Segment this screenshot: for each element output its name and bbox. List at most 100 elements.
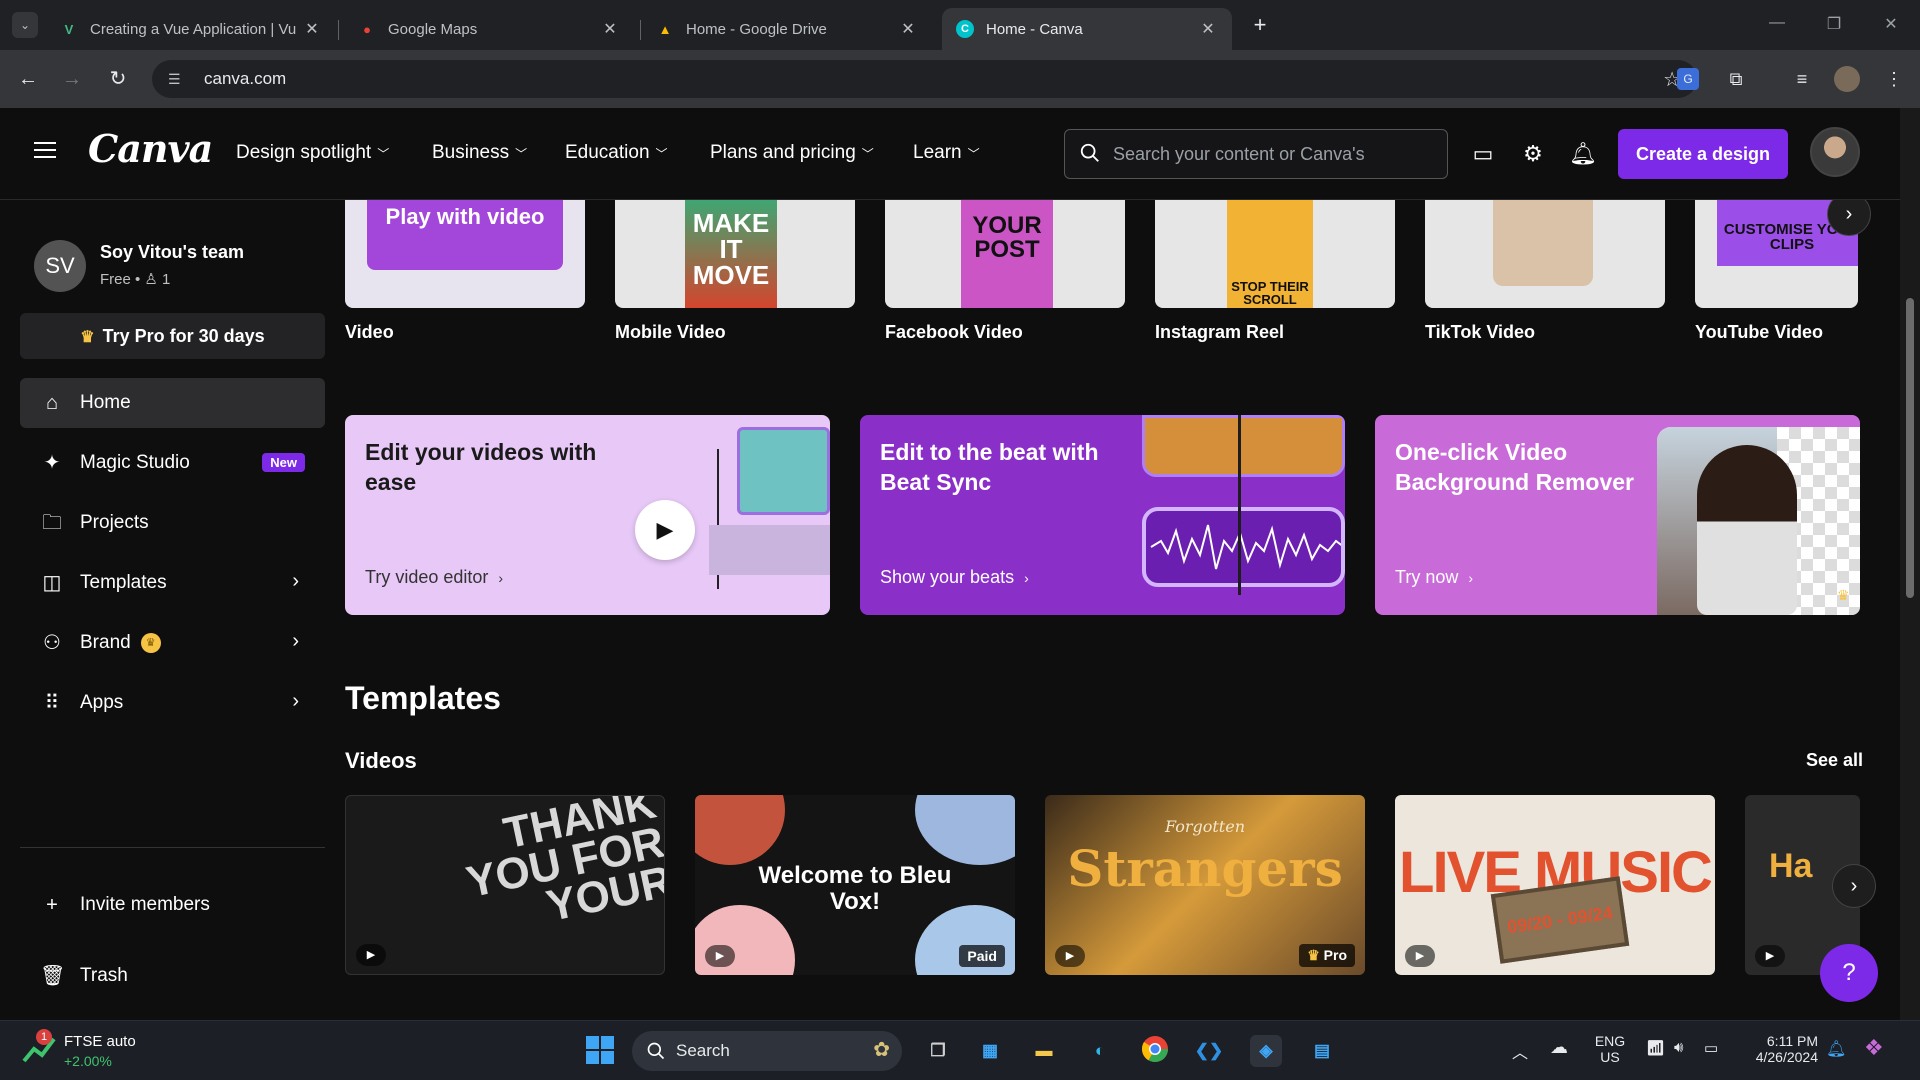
taskbar-search[interactable]: Search ✿ (632, 1031, 902, 1071)
media-control-icon[interactable]: ≡ (1788, 65, 1816, 93)
tab-google-drive[interactable]: ▲ Home - Google Drive ✕ (642, 8, 932, 50)
onedrive-cloud-icon[interactable]: ☁ (1550, 1037, 1568, 1058)
show-your-beats-link[interactable]: Show your beats › (880, 567, 1029, 588)
wifi-icon[interactable]: 📶︎ (1646, 1039, 1665, 1057)
video-type-label[interactable]: Instagram Reel (1155, 322, 1284, 343)
videos-subheading: Videos (345, 748, 417, 773)
try-now-link[interactable]: Try now › (1395, 567, 1473, 588)
try-video-editor-link[interactable]: Try video editor › (365, 567, 503, 588)
sidebar-item-home[interactable]: ⌂ Home (20, 378, 325, 428)
tab-vue[interactable]: V Creating a Vue Application | Vu ✕ (46, 8, 336, 50)
nav-education[interactable]: Education ﹀ (565, 142, 668, 164)
close-tab-icon[interactable]: ✕ (898, 19, 918, 39)
vscode-icon[interactable]: ❮❯ (1193, 1035, 1225, 1067)
restore-icon[interactable]: ❐ (1822, 14, 1846, 34)
chevron-right-icon[interactable]: › (292, 570, 299, 593)
copilot-icon[interactable]: ❖ (1864, 1035, 1884, 1061)
file-explorer-icon[interactable]: ▬ (1028, 1035, 1060, 1067)
close-window-icon[interactable]: ✕ (1879, 14, 1903, 34)
show-hidden-icons-chevron-icon[interactable]: ︿ (1512, 1039, 1528, 1063)
active-app-icon[interactable]: ◈ (1250, 1035, 1282, 1067)
close-tab-icon[interactable]: ✕ (1198, 19, 1218, 39)
sidebar-item-projects[interactable]: 🗀︎ Projects (20, 498, 325, 548)
profile-avatar[interactable] (1834, 66, 1860, 92)
address-url[interactable]: canva.com (204, 69, 286, 89)
site-info-icon[interactable]: ☰ (168, 71, 186, 88)
sidebar-item-brand[interactable]: ⚇ Brand ♛ › (20, 618, 325, 668)
template-thumbnail[interactable]: Welcome to Bleu Vox! ▶ Paid (695, 795, 1015, 975)
extensions-icon[interactable]: ⧉ (1722, 65, 1750, 93)
nav-learn[interactable]: Learn ﹀ (913, 142, 980, 164)
chevron-right-icon[interactable]: › (292, 690, 299, 713)
create-design-button[interactable]: Create a design (1618, 129, 1788, 179)
language-indicator[interactable]: ENG US (1592, 1033, 1628, 1065)
clock[interactable]: 6:11 PM 4/26/2024 (1734, 1033, 1818, 1065)
video-type-label[interactable]: YouTube Video (1695, 322, 1823, 343)
video-type-thumb-tiktok-video[interactable] (1425, 200, 1665, 308)
page-scrollbar[interactable] (1900, 108, 1920, 1020)
chevron-right-icon[interactable]: › (292, 630, 299, 653)
notifications-bell-icon[interactable]: 🔔︎ (1826, 1039, 1846, 1059)
forward-icon[interactable]: → (58, 66, 86, 94)
video-type-label[interactable]: Facebook Video (885, 322, 1023, 343)
address-bar[interactable]: ☰ canva.com ☆ (152, 60, 1697, 98)
translate-icon[interactable]: G (1677, 68, 1699, 90)
template-thumbnail[interactable]: Forgotten Strangers ▶ ♛ Pro (1045, 795, 1365, 975)
sidebar-item-apps[interactable]: ⠿ Apps › (20, 678, 325, 728)
notifications-bell-icon[interactable]: 🔔︎ (1569, 140, 1597, 168)
promo-card-video-editor[interactable]: Edit your videos with ease ▶ Try video e… (345, 415, 830, 615)
scrollbar-thumb[interactable] (1906, 298, 1914, 598)
nav-design-spotlight[interactable]: Design spotlight ﹀ (236, 142, 389, 164)
video-type-label[interactable]: Video (345, 322, 394, 343)
minimize-icon[interactable]: — (1765, 14, 1789, 34)
team-avatar[interactable]: SV (34, 240, 86, 292)
try-pro-button[interactable]: ♛ Try Pro for 30 days (20, 313, 325, 359)
search-input[interactable]: Search your content or Canva's (1064, 129, 1448, 179)
nav-business[interactable]: Business ﹀ (432, 142, 527, 164)
new-tab-button[interactable]: + (1246, 12, 1274, 40)
windows-start-icon[interactable] (584, 1035, 616, 1067)
volume-icon[interactable]: 🔊︎ (1674, 1039, 1683, 1056)
hamburger-menu-icon[interactable] (34, 142, 56, 160)
template-thumbnail[interactable]: THANK YOU FOR YOUR ▶ (345, 795, 665, 975)
tab-search-dropdown[interactable]: ⌄ (12, 12, 38, 38)
browser-menu-icon[interactable]: ⋮ (1880, 65, 1908, 93)
sidebar-item-magic-studio[interactable]: ✦ Magic Studio New (20, 438, 325, 488)
edge-browser-icon[interactable]: ◐ (1084, 1035, 1116, 1067)
stocks-widget-icon[interactable]: 1 (22, 1029, 56, 1065)
widget-title[interactable]: FTSE auto (64, 1033, 136, 1050)
see-all-link[interactable]: See all (1806, 750, 1863, 771)
video-type-label[interactable]: TikTok Video (1425, 322, 1535, 343)
nav-plans-and-pricing[interactable]: Plans and pricing ﹀ (710, 142, 874, 164)
carousel-next-icon[interactable]: › (1832, 864, 1876, 908)
team-name[interactable]: Soy Vitou's team (100, 242, 244, 263)
video-type-thumb-instagram-reel[interactable]: STOP THEIR SCROLL (1155, 200, 1395, 308)
video-type-label[interactable]: Mobile Video (615, 322, 726, 343)
close-tab-icon[interactable]: ✕ (302, 19, 322, 39)
user-avatar[interactable] (1810, 127, 1860, 177)
template-thumbnail[interactable]: LIVE MUSIC 09/20 - 09/24 ▶ (1395, 795, 1715, 975)
help-button[interactable]: ? (1820, 944, 1878, 1002)
reload-icon[interactable]: ↻ (104, 66, 132, 94)
chrome-icon[interactable] (1139, 1035, 1171, 1067)
settings-gear-icon[interactable]: ⚙ (1519, 140, 1547, 168)
tab-google-maps[interactable]: ● Google Maps ✕ (344, 8, 634, 50)
sidebar-item-templates[interactable]: ◫ Templates › (20, 558, 325, 608)
microsoft-store-icon[interactable]: ▦ (974, 1035, 1006, 1067)
promo-link-label: Show your beats (880, 567, 1015, 587)
video-type-thumb-facebook-video[interactable]: YOUR POST (885, 200, 1125, 308)
invite-members-button[interactable]: + Invite members (20, 880, 325, 930)
notepad-icon[interactable]: ▤ (1306, 1035, 1338, 1067)
desktop-app-icon[interactable]: ▭ (1469, 140, 1497, 168)
canva-logo[interactable]: Canva (88, 126, 213, 171)
promo-card-background-remover[interactable]: One-click Video Background Remover ♛ Try… (1375, 415, 1860, 615)
battery-icon[interactable]: ▭ (1704, 1039, 1718, 1057)
tab-canva[interactable]: C Home - Canva ✕ (942, 8, 1232, 50)
video-type-thumb-video[interactable]: Play with video (345, 200, 585, 308)
task-view-icon[interactable]: ❐ (922, 1035, 954, 1067)
close-tab-icon[interactable]: ✕ (600, 19, 620, 39)
sidebar-item-trash[interactable]: 🗑︎ Trash (20, 951, 325, 1001)
back-icon[interactable]: ← (14, 66, 42, 94)
video-type-thumb-mobile-video[interactable]: MAKE IT MOVE (615, 200, 855, 308)
promo-card-beat-sync[interactable]: Edit to the beat with Beat Sync Show you… (860, 415, 1345, 615)
